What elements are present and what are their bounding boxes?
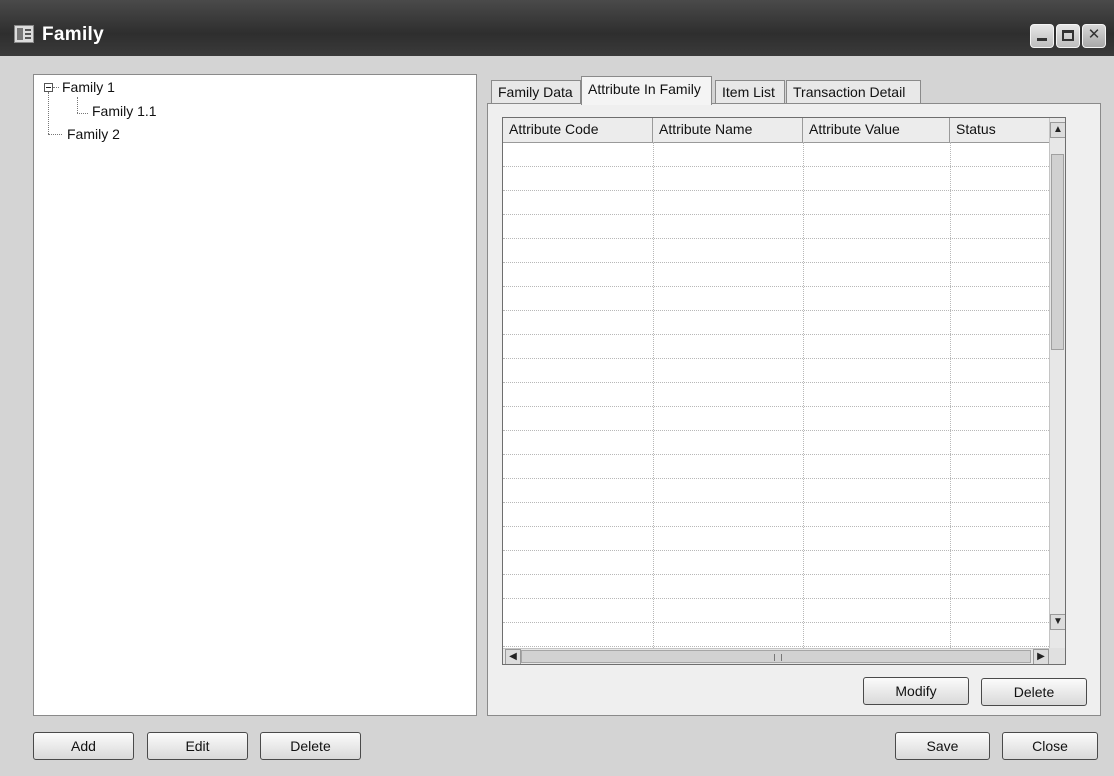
grid-column-line xyxy=(803,142,804,648)
tree-node-family-1-1[interactable]: Family 1.1 xyxy=(92,103,157,119)
tree-connector xyxy=(48,92,49,134)
grid-row-line xyxy=(503,430,1051,431)
grid-row-line xyxy=(503,190,1051,191)
tree-node-family-1[interactable]: Family 1 xyxy=(62,79,115,95)
grid-row-line xyxy=(503,214,1051,215)
scroll-right-icon[interactable]: ▶ xyxy=(1033,649,1049,664)
grid-row-line xyxy=(503,382,1051,383)
grid-row-line xyxy=(503,622,1051,623)
tab-attribute-in-family[interactable]: Attribute In Family xyxy=(581,76,712,105)
grid-row-line xyxy=(503,238,1051,239)
grid-column-line xyxy=(950,142,951,648)
horizontal-scroll-thumb[interactable] xyxy=(521,650,1031,663)
close-icon: ✕ xyxy=(1087,26,1101,43)
save-button[interactable]: Save xyxy=(895,732,990,760)
tree-connector xyxy=(53,87,59,88)
grid-row-line xyxy=(503,502,1051,503)
grid-row-line xyxy=(503,334,1051,335)
column-header-attribute-code[interactable]: Attribute Code xyxy=(503,118,653,142)
modify-button[interactable]: Modify xyxy=(863,677,969,705)
attribute-grid[interactable]: Attribute Code Attribute Name Attribute … xyxy=(502,117,1066,665)
tree-connector xyxy=(48,134,62,135)
grip-icon xyxy=(774,654,782,661)
grid-row-line xyxy=(503,646,1051,647)
grid-column-line xyxy=(653,142,654,648)
tree-connector xyxy=(77,113,88,114)
grid-row-line xyxy=(503,262,1051,263)
column-header-attribute-value[interactable]: Attribute Value xyxy=(803,118,950,142)
tab-strip: Family Data Attribute In Family Item Lis… xyxy=(487,76,1107,105)
grid-row-line xyxy=(503,574,1051,575)
maximize-button[interactable] xyxy=(1056,24,1080,48)
family-tree[interactable]: Family 1 Family 1.1 Family 2 xyxy=(33,74,477,716)
tab-item-list[interactable]: Item List xyxy=(715,80,785,104)
column-header-status[interactable]: Status xyxy=(950,118,1051,142)
window-title: Family xyxy=(42,24,104,45)
scrollbar-corner xyxy=(1049,648,1065,664)
grid-row-line xyxy=(503,406,1051,407)
grid-row-line xyxy=(503,310,1051,311)
horizontal-scrollbar[interactable]: ◀ ▶ xyxy=(503,648,1051,664)
minimize-button[interactable] xyxy=(1030,24,1054,48)
collapse-icon[interactable] xyxy=(44,83,53,92)
title-bar[interactable]: Family ✕ xyxy=(0,0,1114,56)
grid-row-line xyxy=(503,286,1051,287)
family-window: Family ✕ Family 1 Family 1.1 Family 2 Fa… xyxy=(0,0,1114,776)
tree-node-family-2[interactable]: Family 2 xyxy=(67,126,120,142)
close-window-button[interactable]: ✕ xyxy=(1082,24,1106,48)
column-header-attribute-name[interactable]: Attribute Name xyxy=(653,118,803,142)
edit-button[interactable]: Edit xyxy=(147,732,248,760)
vertical-scroll-thumb[interactable] xyxy=(1051,154,1064,350)
grid-row-line xyxy=(503,550,1051,551)
scroll-left-icon[interactable]: ◀ xyxy=(505,649,521,664)
grid-row-line xyxy=(503,166,1051,167)
tab-family-data[interactable]: Family Data xyxy=(491,80,581,104)
add-button[interactable]: Add xyxy=(33,732,134,760)
grid-row-line xyxy=(503,526,1051,527)
tab-transaction-detail[interactable]: Transaction Detail xyxy=(786,80,921,104)
tree-connector xyxy=(77,97,78,113)
grid-header: Attribute Code Attribute Name Attribute … xyxy=(503,118,1051,143)
grid-row-line xyxy=(503,598,1051,599)
minimize-icon xyxy=(1037,38,1047,41)
maximize-icon xyxy=(1062,30,1074,41)
grid-delete-button[interactable]: Delete xyxy=(981,678,1087,706)
app-icon xyxy=(14,25,34,43)
vertical-scrollbar[interactable]: ▲ ▼ xyxy=(1049,118,1065,648)
grid-row-line xyxy=(503,454,1051,455)
delete-button[interactable]: Delete xyxy=(260,732,361,760)
grid-row-line xyxy=(503,478,1051,479)
close-button[interactable]: Close xyxy=(1002,732,1098,760)
scroll-down-icon[interactable]: ▼ xyxy=(1050,614,1065,630)
grid-row-line xyxy=(503,358,1051,359)
scroll-up-icon[interactable]: ▲ xyxy=(1050,122,1065,138)
